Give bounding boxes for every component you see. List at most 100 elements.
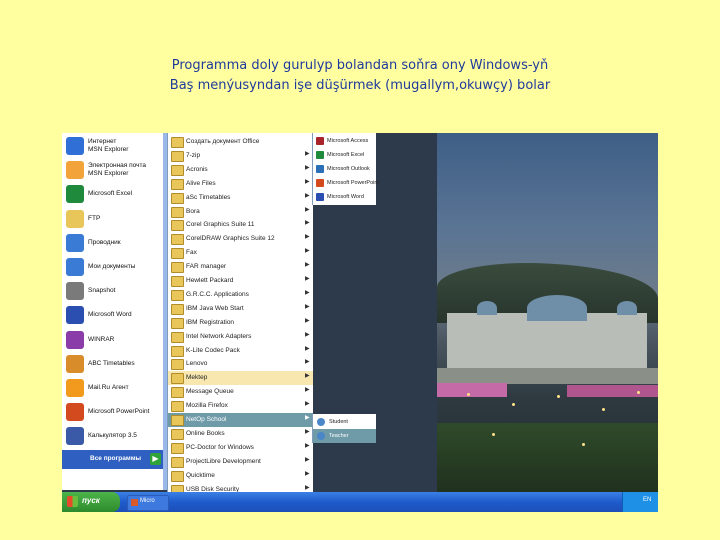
folder-icon: [171, 178, 184, 190]
programs-menu-item[interactable]: K-Lite Codec Pack ▶: [168, 344, 313, 358]
ie-icon: [66, 137, 84, 155]
chevron-right-icon: ▶: [305, 248, 310, 255]
pinned-item-label: ABC Timetables: [88, 359, 135, 367]
explorer-icon: [66, 233, 84, 252]
office-app-icon: [316, 179, 324, 187]
programs-menu-item-label: K-Lite Codec Pack: [186, 346, 240, 354]
mailru-icon: [66, 379, 84, 397]
programs-menu-item[interactable]: Alive Files ▶: [168, 177, 313, 191]
programs-menu-item-label: IBM Registration: [186, 318, 235, 326]
pinned-item[interactable]: Mail.Ru Агент: [62, 377, 163, 399]
programs-menu-item[interactable]: Quicktime ▶: [168, 469, 313, 483]
chevron-right-icon: ▶: [305, 442, 310, 449]
pinned-item-label: Microsoft Excel: [88, 190, 133, 198]
programs-menu-item[interactable]: Intel Network Adapters ▶: [168, 330, 313, 344]
netop-submenu-item[interactable]: Teacher: [313, 429, 376, 443]
word-icon: [66, 306, 84, 325]
programs-menu-item-label: Mektep: [186, 374, 208, 382]
folder-icon: [171, 373, 184, 385]
folder-icon: [171, 415, 184, 426]
programs-menu-item-label: Online Books: [186, 429, 225, 437]
office-submenu-item[interactable]: Microsoft Outlook: [313, 162, 376, 176]
arrow-right-icon: ▶: [150, 453, 161, 465]
pinned-item[interactable]: Microsoft Excel: [62, 183, 163, 205]
programs-menu-item[interactable]: Corel Graphics Suite 11 ▶: [168, 218, 313, 232]
programs-menu-item[interactable]: IBM Java Web Start ▶: [168, 302, 313, 316]
snapshot-icon: [66, 282, 84, 301]
programs-menu-item[interactable]: Online Books ▶: [168, 427, 313, 441]
programs-menu-item[interactable]: Hewlett Packard ▶: [168, 274, 313, 288]
pinned-item[interactable]: WINRAR: [62, 329, 163, 351]
programs-menu-item[interactable]: NetOp School ▶: [168, 413, 313, 427]
chevron-right-icon: ▶: [305, 401, 310, 408]
programs-menu-item[interactable]: ProjectLibre Development ▶: [168, 455, 313, 469]
programs-menu-item[interactable]: PC-Doctor for Windows ▶: [168, 441, 313, 455]
folder-icon: [66, 209, 84, 228]
programs-menu-item[interactable]: G.R.C.C. Applications ▶: [168, 288, 313, 302]
powerpoint-icon: [66, 403, 84, 422]
programs-menu-item[interactable]: Создать документ Office: [168, 135, 313, 149]
programs-menu-item-label: Bora: [186, 207, 200, 215]
office-submenu-item[interactable]: Microsoft PowerPoint: [313, 176, 379, 190]
office-submenu-item[interactable]: Microsoft Word: [313, 190, 376, 204]
programs-menu-item[interactable]: 7-zip ▶: [168, 149, 313, 163]
pinned-item-label: Проводник: [88, 238, 121, 246]
chevron-right-icon: ▶: [305, 289, 310, 296]
programs-menu-item[interactable]: IBM Registration ▶: [168, 316, 313, 330]
folder-icon: [171, 164, 184, 176]
programs-menu-item[interactable]: Mozilla Firefox ▶: [168, 399, 313, 413]
office-submenu-label: Microsoft Word: [327, 194, 364, 200]
chevron-right-icon: ▶: [305, 317, 310, 324]
programs-menu-item-label: Message Queue: [186, 388, 234, 396]
netop-submenu-label: Student: [329, 419, 348, 425]
pinned-item-label: Электронная почта MSN Explorer: [88, 162, 147, 177]
all-programs-button[interactable]: Все программы ▶: [62, 450, 163, 469]
office-submenu-label: Microsoft Excel: [327, 152, 365, 158]
programs-menu-item[interactable]: Acronis ▶: [168, 163, 313, 177]
netop-submenu-item[interactable]: Student: [313, 415, 376, 429]
chevron-right-icon: ▶: [305, 428, 310, 435]
office-submenu-item[interactable]: Microsoft Excel: [313, 148, 376, 162]
pinned-item[interactable]: ABC Timetables: [62, 353, 163, 375]
chevron-right-icon: ▶: [305, 359, 310, 366]
programs-menu-item[interactable]: Fax ▶: [168, 246, 313, 260]
pinned-item[interactable]: Электронная почта MSN Explorer: [62, 159, 163, 181]
office-submenu-item[interactable]: Microsoft Access: [313, 134, 376, 148]
language-indicator[interactable]: EN: [643, 497, 651, 503]
office-app-icon: [316, 193, 324, 201]
folder-icon: [171, 401, 184, 413]
programs-menu-item[interactable]: Mektep ▶: [168, 371, 313, 385]
office-app-icon: [316, 165, 324, 173]
folder-icon: [171, 289, 184, 301]
caption-line-2: Baş menýusyndan işe düşürmek (mugallym,o…: [169, 78, 551, 93]
pinned-item[interactable]: Проводник: [62, 232, 163, 254]
programs-menu-item[interactable]: Message Queue ▶: [168, 385, 313, 399]
winrar-icon: [66, 330, 84, 349]
programs-menu-item[interactable]: Lenovo ▶: [168, 357, 313, 371]
programs-menu-item-label: Mozilla Firefox: [186, 402, 228, 410]
netop-app-icon: [317, 432, 325, 440]
pinned-item[interactable]: Microsoft Word: [62, 304, 163, 326]
taskbar: пуск Micro EN: [62, 492, 658, 512]
chevron-right-icon: ▶: [305, 164, 310, 171]
programs-menu-item[interactable]: Bora ▶: [168, 205, 313, 219]
programs-menu-item-label: G.R.C.C. Applications: [186, 290, 249, 298]
programs-menu-item-label: aSc Timetables: [186, 193, 231, 201]
programs-menu-item[interactable]: CorelDRAW Graphics Suite 12 ▶: [168, 232, 313, 246]
pinned-item[interactable]: FTP: [62, 208, 163, 230]
folder-icon: [171, 470, 184, 482]
chevron-right-icon: ▶: [305, 456, 310, 463]
chevron-right-icon: ▶: [305, 415, 310, 421]
taskbar-item[interactable]: Micro: [127, 495, 169, 511]
chevron-right-icon: ▶: [305, 234, 310, 241]
programs-menu-item[interactable]: aSc Timetables ▶: [168, 191, 313, 205]
all-programs-label: Все программы: [90, 455, 142, 462]
calc-icon: [66, 427, 84, 446]
pinned-item[interactable]: Microsoft PowerPoint: [62, 401, 163, 423]
pinned-item[interactable]: Snapshot: [62, 280, 163, 302]
pinned-item[interactable]: Интернет MSN Explorer: [62, 135, 163, 157]
pinned-item[interactable]: Калькулятор 3.5: [62, 425, 163, 447]
start-button[interactable]: пуск: [62, 492, 120, 512]
programs-menu-item[interactable]: FAR manager ▶: [168, 260, 313, 274]
pinned-item[interactable]: Мои документы: [62, 256, 163, 278]
